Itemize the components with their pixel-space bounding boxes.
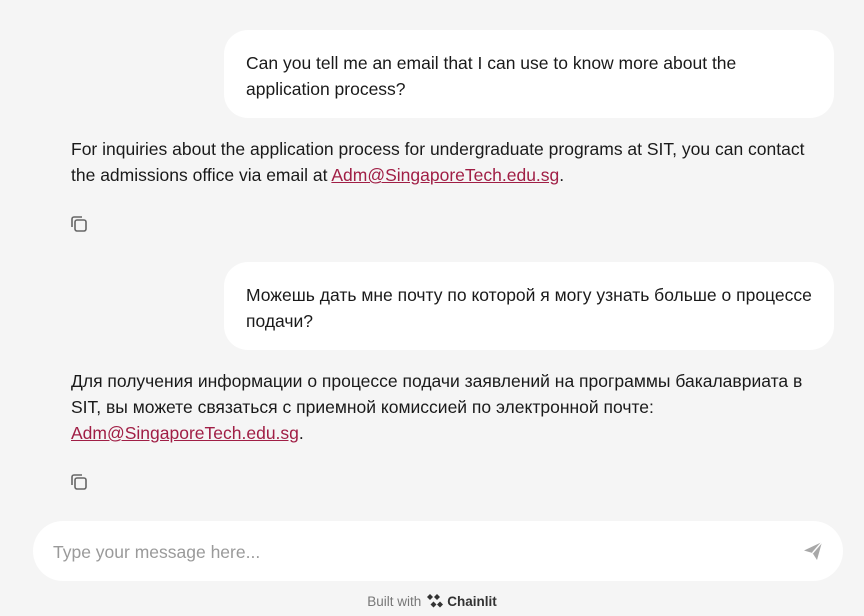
footer: Built with Chainlit (0, 590, 864, 612)
copy-icon (71, 216, 87, 232)
assistant-message-end: . (559, 165, 565, 185)
assistant-message-end: . (298, 423, 304, 443)
copy-button[interactable] (69, 472, 89, 492)
chat-area: Can you tell me an email that I can use … (0, 0, 864, 616)
user-message-text: Can you tell me an email that I can use … (246, 53, 737, 99)
message-input[interactable] (51, 535, 775, 569)
user-message-text: Можешь дать мне почту по которой я могу … (246, 285, 812, 331)
message-composer (33, 521, 843, 581)
chainlit-brand-name: Chainlit (447, 593, 497, 609)
chainlit-brand-link[interactable]: Chainlit (426, 593, 497, 609)
send-button[interactable] (802, 540, 824, 562)
email-link[interactable]: Adm@SingaporeTech.edu.sg (331, 165, 559, 185)
copy-icon (71, 474, 87, 490)
assistant-message: For inquiries about the application proc… (71, 136, 811, 188)
copy-button[interactable] (69, 214, 89, 234)
send-icon (804, 541, 823, 560)
chainlit-logo-icon (427, 594, 444, 608)
email-link[interactable]: Adm@SingaporeTech.edu.sg (71, 423, 299, 443)
user-message: Можешь дать мне почту по которой я могу … (224, 262, 834, 350)
assistant-message: Для получения информации о процессе пода… (71, 368, 811, 446)
user-message: Can you tell me an email that I can use … (224, 30, 834, 118)
footer-built-with: Built with (367, 593, 422, 609)
assistant-message-text: Для получения информации о процессе пода… (71, 371, 803, 417)
